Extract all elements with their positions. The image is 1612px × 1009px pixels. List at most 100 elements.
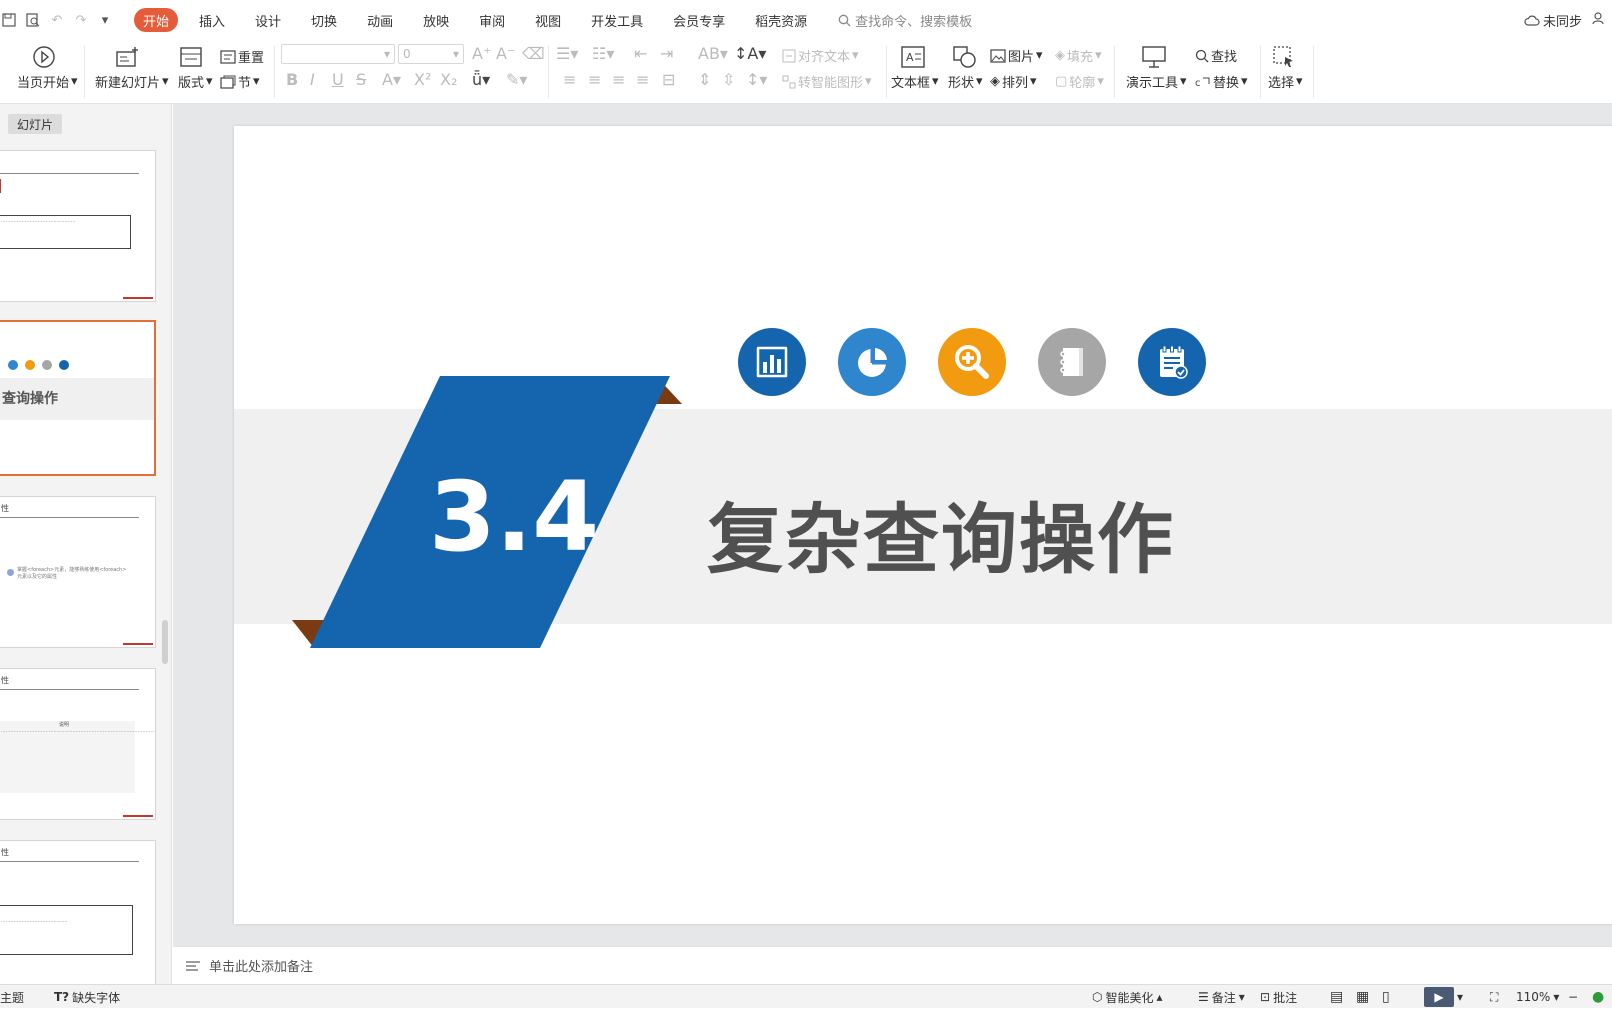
distributed-align-icon[interactable]: ⊟: [662, 70, 675, 89]
tab-docer[interactable]: 稻壳资源: [746, 8, 816, 32]
notes-toggle-button[interactable]: ☰ 备注 ▾: [1198, 985, 1245, 1009]
find-button[interactable]: 查找: [1195, 46, 1237, 65]
fit-window-icon[interactable]: ⛶: [1490, 985, 1498, 1009]
slide-thumbnail-3[interactable]: 性 掌握<foreach>元素，能够熟练使用<foreach>元素以及它的属性: [0, 496, 156, 648]
save-icon[interactable]: [0, 11, 18, 29]
line-spacing-icon[interactable]: ↕A▾: [734, 44, 766, 63]
outline-button[interactable]: ▢ 轮廓 ▾: [1055, 72, 1104, 91]
font-color-icon[interactable]: A▾: [382, 70, 401, 89]
tab-insert[interactable]: 插入: [190, 8, 234, 32]
section-button[interactable]: 节 ▾: [220, 72, 260, 91]
play-from-current-icon[interactable]: [30, 44, 58, 70]
print-preview-icon[interactable]: [24, 11, 42, 29]
current-slide[interactable]: 3.4 复杂查询操作: [234, 126, 1612, 924]
increase-indent-icon[interactable]: ⇥: [660, 44, 673, 63]
align-text-label: 对齐文本: [798, 50, 851, 65]
tab-animation[interactable]: 动画: [358, 8, 402, 32]
zoom-in-icon: [938, 328, 1006, 396]
thumbnail-4-text: ········································…: [1, 729, 156, 735]
justify-icon[interactable]: ≡: [636, 70, 649, 89]
presentation-tools-button[interactable]: 演示工具 ▾: [1126, 72, 1187, 91]
theme-status[interactable]: 主题: [0, 985, 24, 1009]
reset-button[interactable]: 重置: [220, 47, 264, 66]
align-center-icon[interactable]: ≡: [588, 70, 601, 89]
section-number[interactable]: 3.4: [429, 461, 599, 573]
arrange-button[interactable]: ◈ 排列 ▾: [990, 72, 1037, 91]
align-left-icon[interactable]: ≡: [563, 70, 576, 89]
zoom-out-icon[interactable]: −: [1568, 985, 1578, 1009]
layout-icon[interactable]: [177, 44, 205, 70]
zoom-level[interactable]: 110% ▾: [1516, 985, 1559, 1009]
tab-view[interactable]: 视图: [526, 8, 570, 32]
notes-pane[interactable]: 单击此处添加备注: [173, 946, 1612, 984]
text-box-button[interactable]: 文本框 ▾: [891, 72, 939, 91]
paragraph-spacing-icon[interactable]: ⇕: [698, 70, 711, 89]
tab-home[interactable]: 开始: [134, 8, 179, 32]
slides-tab[interactable]: 幻灯片: [8, 114, 62, 134]
convert-smartart-button[interactable]: 转智能图形 ▾: [782, 72, 872, 91]
reading-view-icon[interactable]: ▯: [1382, 985, 1390, 1009]
slide-thumbnail-1[interactable]: ········································…: [0, 150, 156, 302]
bold-icon[interactable]: B: [286, 70, 298, 89]
slide-title[interactable]: 复杂查询操作: [707, 478, 1175, 588]
tab-review[interactable]: 审阅: [470, 8, 514, 32]
zoom-slider-icon[interactable]: ●: [1592, 985, 1604, 1009]
font-size-select[interactable]: 0 ▾: [398, 44, 464, 64]
command-search[interactable]: 查找命令、搜索模板: [838, 11, 972, 30]
smart-beautify-button[interactable]: ⬡ 智能美化 ▴: [1092, 985, 1163, 1009]
font-name-select[interactable]: ▾: [281, 44, 395, 64]
slide-thumbnail-5[interactable]: 性 ······································…: [0, 840, 156, 984]
align-text-button[interactable]: 对齐文本 ▾: [782, 46, 859, 65]
undo-icon[interactable]: ↶: [48, 11, 66, 29]
increase-font-icon[interactable]: A⁺: [472, 44, 491, 63]
underline-icon[interactable]: U: [332, 70, 344, 89]
share-user-icon[interactable]: [1592, 11, 1606, 29]
italic-icon[interactable]: I: [310, 70, 315, 89]
new-slide-icon[interactable]: [114, 44, 142, 70]
play-from-current-button[interactable]: 当页开始 ▾: [17, 72, 78, 91]
tab-design[interactable]: 设计: [246, 8, 290, 32]
fill-button[interactable]: ◈ 填充 ▾: [1055, 46, 1102, 65]
align-text-icon: [782, 49, 796, 62]
tab-transition[interactable]: 切换: [302, 8, 346, 32]
columns-icon[interactable]: ⇳: [722, 70, 735, 89]
text-direction-icon[interactable]: AB▾: [698, 44, 728, 63]
strikethrough-icon[interactable]: S: [356, 70, 366, 89]
shape-icon[interactable]: [951, 44, 979, 70]
select-icon[interactable]: [1270, 44, 1298, 70]
normal-view-icon[interactable]: ▤: [1330, 985, 1343, 1009]
decrease-font-icon[interactable]: A⁻: [496, 44, 515, 63]
shape-button[interactable]: 形状 ▾: [948, 72, 983, 91]
phonetic-guide-icon[interactable]: ǖ▾: [472, 70, 490, 89]
tab-developer[interactable]: 开发工具: [582, 8, 652, 32]
picture-button[interactable]: 图片 ▾: [990, 46, 1043, 65]
cloud-sync-status[interactable]: 未同步: [1524, 11, 1582, 30]
slide-sorter-icon[interactable]: ▦: [1356, 985, 1369, 1009]
clear-format-icon[interactable]: ⌫: [522, 44, 545, 63]
replace-button[interactable]: c 替换 ▾: [1195, 72, 1248, 91]
line-height-icon[interactable]: ↕▾: [746, 70, 767, 89]
align-right-icon[interactable]: ≡: [612, 70, 625, 89]
redo-icon[interactable]: ↷: [72, 11, 90, 29]
highlight-icon[interactable]: ✎▾: [506, 70, 527, 89]
decrease-indent-icon[interactable]: ⇤: [634, 44, 647, 63]
play-slideshow-button[interactable]: ▶ ▾: [1424, 985, 1463, 1009]
tab-member[interactable]: 会员专享: [664, 8, 734, 32]
slide-thumbnail-4[interactable]: 性 说明 ···································…: [0, 668, 156, 820]
select-button[interactable]: 选择 ▾: [1268, 72, 1303, 91]
tab-slideshow[interactable]: 放映: [414, 8, 458, 32]
missing-font-status[interactable]: T? 缺失字体: [54, 985, 120, 1009]
comments-button[interactable]: ⊡ 批注: [1260, 985, 1297, 1009]
presentation-tools-icon[interactable]: [1140, 44, 1168, 70]
numbered-list-icon[interactable]: ☷▾: [592, 44, 614, 63]
thumbnail-scrollbar[interactable]: [162, 620, 168, 664]
play-icon: ▶: [1424, 987, 1454, 1007]
slide-thumbnail-2[interactable]: 查询操作: [0, 320, 156, 476]
subscript-icon[interactable]: X₂: [440, 70, 457, 89]
layout-button[interactable]: 版式 ▾: [178, 72, 213, 91]
bullet-list-icon[interactable]: ☰▾: [556, 44, 578, 63]
quick-access-dropdown-icon[interactable]: ▾: [96, 11, 114, 29]
superscript-icon[interactable]: X²: [414, 70, 431, 89]
text-box-icon[interactable]: A: [899, 44, 927, 70]
new-slide-button[interactable]: 新建幻灯片 ▾: [95, 72, 169, 91]
